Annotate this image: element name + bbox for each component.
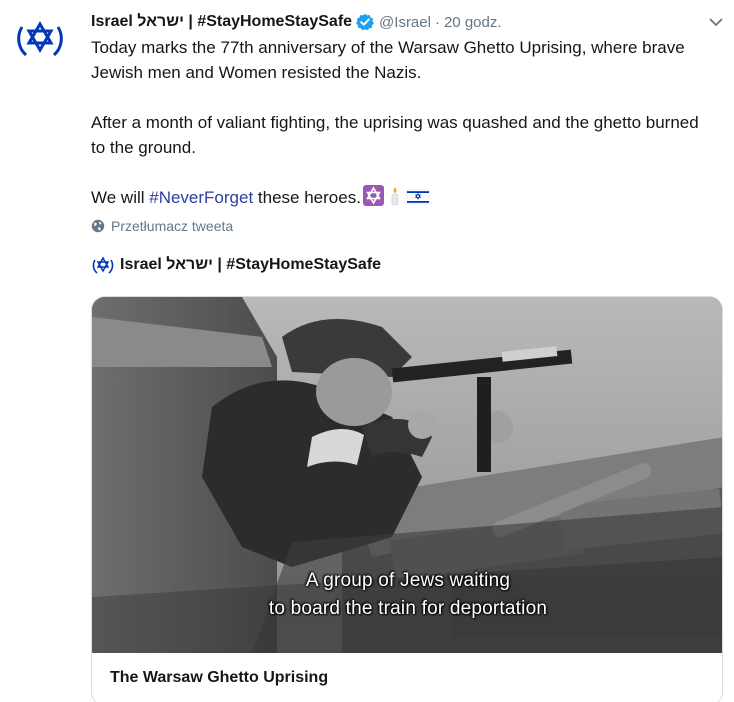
- verified-badge-icon: [356, 13, 375, 31]
- caption-line: A group of Jews waiting: [305, 570, 511, 591]
- caption-line: to board the train for deportation: [268, 598, 548, 619]
- author-handle[interactable]: @Israel: [379, 14, 431, 31]
- hashtag-link[interactable]: #NeverForget: [149, 188, 253, 207]
- star-of-david-avatar-icon: [92, 256, 114, 274]
- chevron-down-icon[interactable]: [708, 14, 724, 30]
- star-of-david-emoji-icon: [362, 185, 384, 213]
- author-name[interactable]: Israel ישראל | #StayHomeStaySafe: [91, 13, 352, 31]
- tweet-timestamp[interactable]: 20 godz.: [444, 14, 502, 31]
- card-title[interactable]: The Warsaw Ghetto Uprising: [110, 669, 328, 687]
- translate-tweet-link[interactable]: Przetłumacz tweeta: [91, 218, 233, 234]
- tweet-paragraph: Today marks the 77th anniversary of the …: [91, 38, 685, 82]
- tweet-header: Israel ישראל | #StayHomeStaySafe @Israel…: [91, 10, 724, 34]
- globe-icon: [91, 219, 105, 233]
- star-of-david-avatar-icon: [17, 21, 63, 57]
- quoted-author-name: Israel ישראל | #StayHomeStaySafe: [120, 256, 382, 273]
- tweet-text-fragment: We will: [91, 188, 150, 207]
- tweet-paragraph: After a month of valiant fighting, the u…: [91, 113, 699, 157]
- tweet-text: Today marks the 77th anniversary of the …: [91, 35, 711, 213]
- quoted-tweet-author[interactable]: Israel ישראל | #StayHomeStaySafe: [91, 253, 381, 277]
- video-caption: A group of Jews waiting to board the tra…: [92, 567, 722, 623]
- avatar[interactable]: [14, 13, 66, 65]
- tweet-text-fragment: these heroes.: [253, 188, 361, 207]
- card-media[interactable]: A group of Jews waiting to board the tra…: [92, 297, 722, 653]
- separator-dot: ·: [434, 13, 440, 31]
- israel-flag-emoji-icon: [406, 185, 430, 213]
- link-card[interactable]: A group of Jews waiting to board the tra…: [91, 296, 723, 702]
- translate-label: Przetłumacz tweeta: [111, 218, 234, 234]
- candle-emoji-icon: [386, 185, 404, 213]
- tweet-paragraph: We will #NeverForget these heroes.: [91, 185, 711, 213]
